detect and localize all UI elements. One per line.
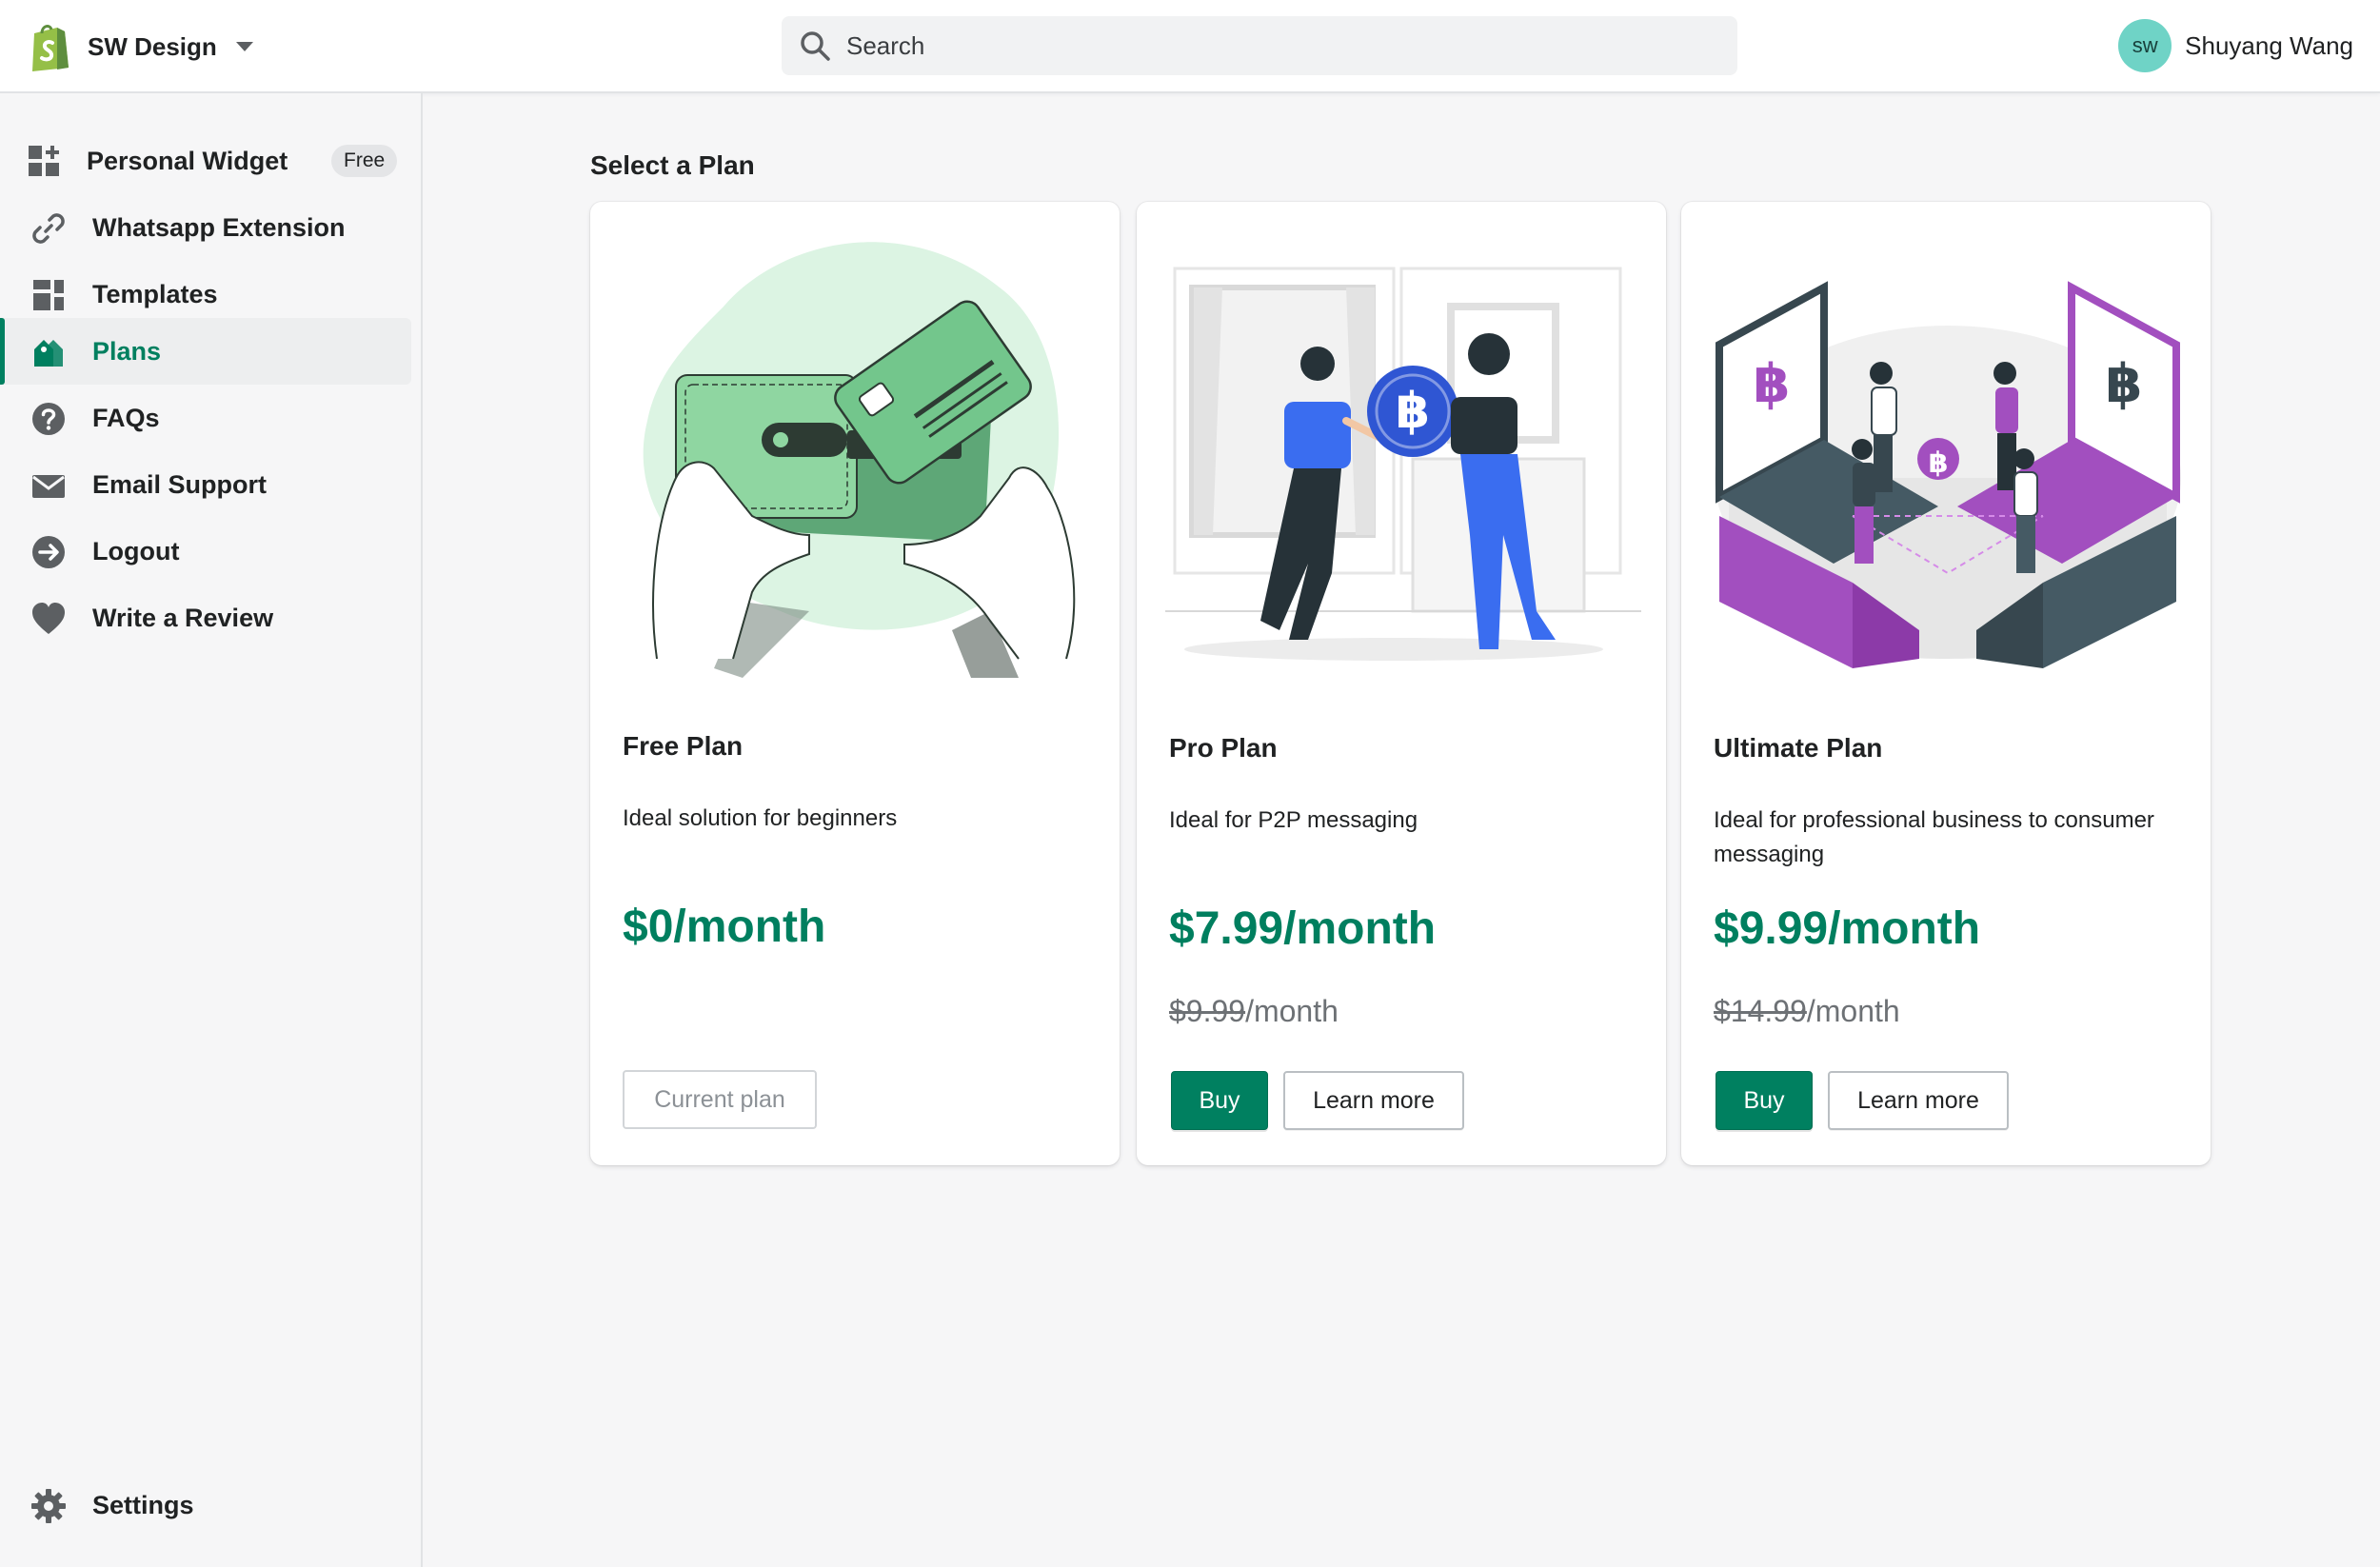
plan-card-ultimate: ฿ ฿ ฿ Ultimate Plan Ideal for profession… — [1681, 202, 2211, 1165]
sidebar-item-personal-widget[interactable]: Personal Widget Free — [0, 128, 411, 194]
email-icon — [32, 475, 65, 498]
plan-description: Ideal for P2P messaging — [1169, 807, 1418, 833]
store-switcher[interactable]: SW Design — [29, 21, 253, 72]
templates-icon — [33, 280, 64, 310]
svg-text:฿: ฿ — [1396, 383, 1430, 440]
old-price-strikethrough: $14.99 — [1714, 994, 1807, 1028]
sidebar-item-settings[interactable]: Settings — [0, 1472, 411, 1538]
shopify-logo-icon — [32, 25, 69, 71]
sidebar-item-email-support[interactable]: Email Support — [0, 451, 411, 518]
plan-card-pro: ฿ Pro Plan Ideal for P2P messaging $7.99… — [1137, 202, 1666, 1165]
avatar: sw — [2118, 19, 2172, 72]
plan-price: $9.99/month — [1714, 903, 1981, 954]
plan-card-free: Free Plan Ideal solution for beginners $… — [590, 202, 1120, 1165]
plan-original-price: $9.99/month — [1169, 994, 1339, 1029]
sidebar-item-label: Email Support — [92, 469, 268, 499]
sidebar-item-label: Whatsapp Extension — [92, 212, 346, 242]
svg-text:฿: ฿ — [2106, 353, 2143, 415]
plan-price: $0/month — [623, 902, 826, 952]
svg-text:฿: ฿ — [1754, 353, 1791, 415]
sidebar: Personal Widget Free Whatsapp Extension … — [0, 93, 423, 1567]
current-plan-button[interactable]: Current plan — [623, 1070, 817, 1129]
question-icon — [32, 403, 65, 435]
plan-name: Ultimate Plan — [1714, 733, 1883, 763]
sidebar-item-label: Logout — [92, 536, 180, 565]
buy-button[interactable]: Buy — [1171, 1071, 1268, 1130]
top-bar: SW Design sw Shuyang Wang — [0, 0, 2380, 93]
sidebar-item-label: FAQs — [92, 403, 160, 432]
plan-price: $7.99/month — [1169, 903, 1437, 954]
sidebar-item-label: Personal Widget — [87, 146, 288, 175]
old-price-suffix: /month — [1245, 994, 1339, 1028]
svg-text:฿: ฿ — [1929, 446, 1949, 480]
logout-icon — [32, 536, 65, 568]
sidebar-item-write-review[interactable]: Write a Review — [0, 585, 411, 651]
sidebar-item-whatsapp-extension[interactable]: Whatsapp Extension — [0, 194, 411, 261]
plan-name: Pro Plan — [1169, 733, 1278, 763]
plan-original-price: $14.99/month — [1714, 994, 1900, 1029]
bitcoin-people-illustration: ฿ — [1165, 267, 1641, 661]
heart-icon — [32, 603, 65, 634]
learn-more-button[interactable]: Learn more — [1283, 1071, 1464, 1130]
caret-down-icon — [235, 42, 253, 51]
user-name: Shuyang Wang — [2185, 30, 2353, 60]
sidebar-item-label: Plans — [92, 336, 162, 366]
plan-name: Free Plan — [623, 731, 744, 761]
widget-icon — [29, 146, 59, 176]
sidebar-item-label: Templates — [92, 279, 218, 308]
search-icon — [801, 31, 830, 61]
store-name: SW Design — [88, 31, 217, 61]
link-icon — [32, 213, 65, 244]
sidebar-item-plans[interactable]: Plans — [0, 318, 411, 385]
laptops-network-illustration: ฿ ฿ ฿ — [1715, 281, 2181, 668]
page-title: Select a Plan — [590, 150, 755, 180]
plan-description: Ideal solution for beginners — [623, 805, 898, 831]
gear-icon — [31, 1489, 66, 1523]
sidebar-item-faqs[interactable]: FAQs — [0, 385, 411, 451]
search-input[interactable] — [846, 30, 1703, 61]
wallet-card-illustration — [643, 242, 1076, 678]
sidebar-item-label: Settings — [92, 1490, 194, 1519]
learn-more-button[interactable]: Learn more — [1828, 1071, 2009, 1130]
user-menu[interactable]: sw Shuyang Wang — [2118, 19, 2353, 72]
plan-description: Ideal for professional business to consu… — [1714, 807, 2154, 867]
old-price-strikethrough: $9.99 — [1169, 994, 1246, 1028]
buy-button[interactable]: Buy — [1716, 1071, 1813, 1130]
plans-tag-icon — [34, 340, 63, 367]
old-price-suffix: /month — [1806, 994, 1900, 1028]
sidebar-item-label: Write a Review — [92, 603, 274, 632]
search-bar[interactable] — [782, 16, 1737, 75]
sidebar-item-logout[interactable]: Logout — [0, 518, 411, 585]
plan-badge: Free — [331, 145, 398, 177]
